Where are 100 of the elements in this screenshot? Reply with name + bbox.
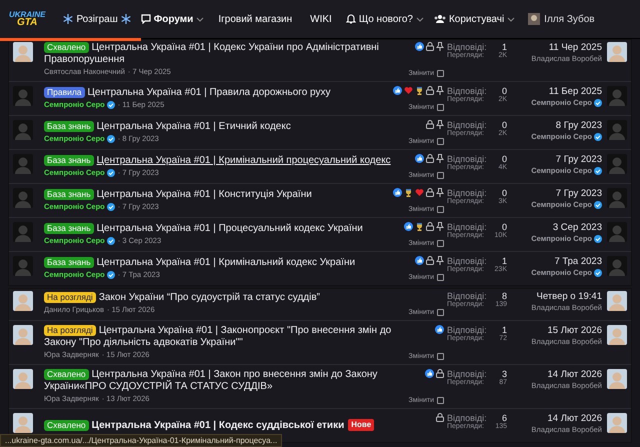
select-checkbox[interactable]	[437, 274, 444, 281]
last-post-date[interactable]: 8 Гру 2023	[556, 120, 602, 131]
replies-count: 3	[500, 369, 507, 379]
prefix-tag[interactable]: Правила	[44, 87, 85, 98]
prefix-tag[interactable]: На розгляді	[44, 292, 96, 303]
nav-tab[interactable]: Форуми	[136, 10, 210, 28]
snowflake-icon	[120, 14, 131, 24]
verified-icon	[594, 132, 602, 140]
last-post-date[interactable]: 11 Бер 2025	[548, 86, 602, 97]
select-checkbox[interactable]	[437, 104, 444, 111]
prefix-tag[interactable]: База знань	[44, 121, 94, 132]
user-menu[interactable]: Ілля Зубов	[528, 13, 595, 25]
avatar[interactable]	[13, 42, 33, 62]
select-checkbox[interactable]	[437, 309, 444, 316]
avatar[interactable]	[13, 413, 33, 433]
select-checkbox[interactable]	[437, 172, 444, 179]
nav-tab[interactable]: Розіграш	[58, 10, 136, 28]
avatar[interactable]	[13, 325, 33, 345]
select-checkbox[interactable]	[437, 397, 444, 404]
replies-label: Відповіді:	[447, 222, 488, 232]
avatar[interactable]	[13, 188, 33, 208]
new-badge: Нове	[348, 419, 374, 431]
thread-title[interactable]: База знань Центральна Україна #01 | Конституція України	[44, 189, 397, 201]
replies-count: 0	[500, 222, 507, 232]
nav-tab[interactable]: WIKI	[301, 10, 341, 28]
avatar[interactable]	[13, 154, 33, 174]
avatar[interactable]	[607, 42, 627, 62]
thread-title[interactable]: На розгляді Центральна Україна #01 | Законопроєкт "Про внесення змін до Закону "Про діяльність адвокатів України""	[44, 325, 397, 349]
prefix-tag[interactable]: База знань	[44, 223, 94, 234]
select-checkbox[interactable]	[437, 206, 444, 213]
avatar[interactable]	[607, 291, 627, 311]
avatar[interactable]	[607, 222, 627, 242]
replies-label: Відповіді:	[447, 413, 488, 423]
select-checkbox[interactable]	[437, 138, 444, 145]
verified-icon	[594, 200, 602, 208]
avatar[interactable]	[13, 120, 33, 140]
thread-title[interactable]: Схвалено Центральна Україна #01 | Закон про внесення змін до Закону України«ПРО СУДОУСТРІЙ ТА СТАТУС СУДДІВ»	[44, 369, 397, 393]
replies-label: Відповіді:	[447, 325, 488, 335]
prefix-tag[interactable]: База знань	[44, 257, 94, 268]
snowflake-icon	[63, 14, 74, 24]
avatar[interactable]	[607, 120, 627, 140]
nav-tab[interactable]: Що нового?	[340, 10, 429, 28]
last-post-date[interactable]: 14 Лют 2026	[548, 369, 602, 380]
avatar[interactable]	[607, 413, 627, 433]
replies-count: 0	[500, 188, 507, 198]
verified-icon	[594, 166, 602, 174]
nav-tab[interactable]: Ігровий магазин	[209, 10, 302, 28]
replies-count: 0	[500, 154, 507, 164]
prefix-tag[interactable]: База знань	[44, 155, 94, 166]
user-name: Ілля Зубов	[544, 14, 595, 24]
last-post-date[interactable]: Четвер о 19:41	[536, 291, 602, 302]
last-post-date[interactable]: 11 Чер 2025	[548, 42, 602, 53]
caret-icon	[196, 16, 204, 22]
avatar[interactable]	[607, 256, 627, 276]
prefix-tag[interactable]: Схвалено	[44, 369, 89, 380]
prefix-tag[interactable]: База знань	[44, 189, 94, 200]
avatar[interactable]	[607, 188, 627, 208]
replies-label: Відповіді:	[447, 120, 488, 130]
avatar[interactable]	[13, 86, 33, 106]
avatar[interactable]	[607, 86, 627, 106]
thread-title[interactable]: На розгляді Закон України “Про судоустрій та статус суддів”	[44, 292, 397, 304]
last-post-date[interactable]: 15 Лют 2026	[548, 325, 602, 336]
select-checkbox[interactable]	[437, 353, 444, 360]
prefix-tag[interactable]: На розгляді	[44, 325, 96, 336]
prefix-tag[interactable]: Схвалено	[44, 42, 89, 53]
thread-title[interactable]: Схвалено Центральна Україна #01 | Кодекс суддівської етики Нове	[44, 419, 397, 432]
site-logo[interactable]: UKRAINE GTA	[6, 8, 48, 30]
thread-title[interactable]: Схвалено Центральна Україна #01 | Кодекс України про Адміністративні Правопорушення	[44, 42, 397, 66]
last-post-date[interactable]: 3 Сер 2023	[552, 222, 602, 233]
last-post-date[interactable]: 7 Тра 2023	[554, 256, 602, 267]
users-icon	[434, 14, 446, 24]
last-post-date[interactable]: 14 Лют 2026	[548, 413, 602, 424]
bell-icon	[346, 14, 356, 24]
avatar	[528, 13, 540, 25]
prefix-tag[interactable]: Схвалено	[44, 420, 89, 431]
avatar[interactable]	[13, 291, 33, 311]
link-preview-tooltip: ...ukraine-gta.com.ua/.../Центральна-Україна-01-Кримінальний-процесуа...	[0, 434, 282, 447]
avatar[interactable]	[607, 325, 627, 345]
thread-title[interactable]: База знань Центральна Україна #01 | Процесуальний кодекс України	[44, 223, 397, 235]
thread-title[interactable]: Правила Центральна Україна #01 | Правила дорожнього руху	[44, 87, 397, 99]
thread-title[interactable]: База знань Центральна Україна #01 | Етичний кодекс	[44, 121, 397, 133]
thread-title[interactable]: База знань Центральна Україна #01 | Кримінальний кодекс України	[44, 257, 397, 269]
caret-icon	[507, 16, 516, 22]
avatar[interactable]	[13, 222, 33, 242]
select-checkbox[interactable]	[437, 70, 444, 77]
thread-title[interactable]: База знань Центральна Україна #01 | Кримінальний процесуальний кодекс	[44, 155, 397, 167]
avatar[interactable]	[607, 154, 627, 174]
avatar[interactable]	[13, 369, 33, 389]
select-checkbox[interactable]	[437, 240, 444, 247]
replies-label: Відповіді:	[447, 42, 488, 52]
replies-count: 1	[500, 325, 507, 335]
avatar[interactable]	[607, 369, 627, 389]
nav-tab[interactable]: Користувачі	[428, 10, 520, 28]
replies-count: 1	[500, 256, 507, 266]
replies-label: Відповіді:	[447, 256, 488, 266]
last-post-date[interactable]: 7 Гру 2023	[556, 188, 602, 199]
verified-icon	[106, 237, 115, 245]
avatar[interactable]	[13, 256, 33, 276]
replies-label: Відповіді:	[447, 86, 488, 96]
last-post-date[interactable]: 7 Гру 2023	[556, 154, 602, 165]
